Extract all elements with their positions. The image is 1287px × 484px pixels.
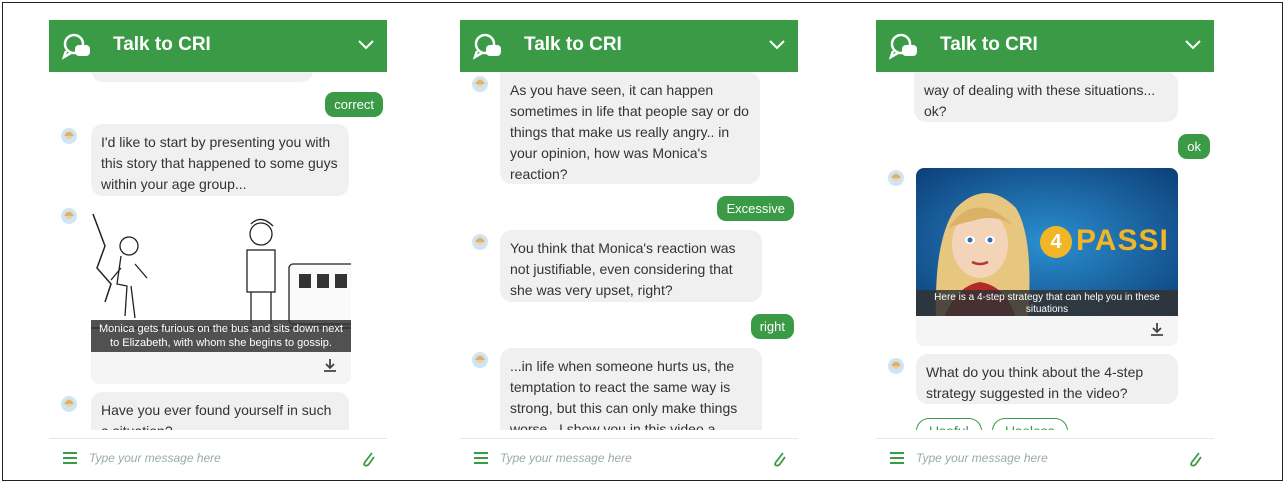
user-reply: correct xyxy=(325,92,383,117)
message-input-bar: Type your message here xyxy=(49,438,387,480)
avatar-icon xyxy=(888,170,904,186)
chat-panel-1: Talk to CRI correct I'd like to start by… xyxy=(49,20,387,480)
video-caption: Monica gets furious on the bus and sits … xyxy=(91,320,351,352)
header-title: Talk to CRI xyxy=(940,34,1038,55)
paperclip-icon[interactable] xyxy=(1188,449,1202,467)
paperclip-icon[interactable] xyxy=(361,449,375,467)
header-title: Talk to CRI xyxy=(113,34,211,55)
download-bar xyxy=(916,318,1178,340)
avatar-icon xyxy=(61,208,77,224)
video-message[interactable]: 4 PASSI Here is a 4-step strategy that c… xyxy=(916,168,1178,346)
message-list[interactable]: way of dealing with these situations... … xyxy=(876,72,1214,430)
message-input[interactable]: Type your message here xyxy=(916,451,1048,465)
message-input[interactable]: Type your message here xyxy=(89,451,221,465)
avatar-icon xyxy=(472,352,488,368)
avatar-icon xyxy=(888,358,904,374)
download-bar xyxy=(91,354,351,376)
chat-header[interactable]: Talk to CRI xyxy=(49,20,387,72)
bot-message: What do you think about the 4-step strat… xyxy=(916,354,1178,404)
chevron-down-icon[interactable] xyxy=(357,38,375,52)
chevron-down-icon[interactable] xyxy=(1184,38,1202,52)
message-input-bar: Type your message here xyxy=(460,438,798,480)
bot-message: You think that Monica's reaction was not… xyxy=(500,230,762,302)
message-list[interactable]: As you have seen, it can happen sometime… xyxy=(460,72,798,430)
option-useless-button[interactable]: Useless xyxy=(992,418,1068,430)
message-input[interactable]: Type your message here xyxy=(500,451,632,465)
menu-icon[interactable] xyxy=(890,452,904,464)
user-reply: right xyxy=(750,314,794,339)
paperclip-icon[interactable] xyxy=(772,449,786,467)
message-input-bar: Type your message here xyxy=(876,438,1214,480)
bot-message: As you have seen, it can happen sometime… xyxy=(500,72,760,184)
option-useful-button[interactable]: Useful xyxy=(916,418,982,430)
bot-message: ...in life when someone hurts us, the te… xyxy=(500,348,762,430)
video-caption: Here is a 4-step strategy that can help … xyxy=(916,290,1178,316)
chat-panel-3: Talk to CRI way of dealing with these si… xyxy=(876,20,1214,480)
avatar-icon xyxy=(61,128,77,144)
video-badge: 4 xyxy=(1040,226,1072,258)
video-message[interactable]: Monica gets furious on the bus and sits … xyxy=(91,206,351,384)
message-list[interactable]: correct I'd like to start by presenting … xyxy=(49,72,387,430)
user-reply: ok xyxy=(1178,134,1210,159)
avatar-icon xyxy=(472,234,488,250)
bot-message: way of dealing with these situations... … xyxy=(914,72,1178,122)
previous-bot-bubble xyxy=(91,72,313,82)
user-reply: Excessive xyxy=(717,196,794,221)
avatar-icon xyxy=(61,396,77,412)
chat-header[interactable]: Talk to CRI xyxy=(876,20,1214,72)
chat-logo-icon xyxy=(472,33,501,60)
chat-header[interactable]: Talk to CRI xyxy=(460,20,798,72)
avatar-icon xyxy=(472,76,488,92)
video-badge-text: PASSI xyxy=(1076,224,1169,257)
chat-logo-icon xyxy=(888,33,917,60)
chevron-down-icon[interactable] xyxy=(768,38,786,52)
download-icon[interactable] xyxy=(323,358,337,372)
menu-icon[interactable] xyxy=(63,452,77,464)
chat-panel-2: Talk to CRI As you have seen, it can hap… xyxy=(460,20,798,480)
bot-message: I'd like to start by presenting you with… xyxy=(91,124,349,196)
download-icon[interactable] xyxy=(1150,322,1164,336)
bot-message: Have you ever found yourself in such a s… xyxy=(91,392,349,430)
chat-logo-icon xyxy=(61,33,90,60)
menu-icon[interactable] xyxy=(474,452,488,464)
header-title: Talk to CRI xyxy=(524,34,622,55)
